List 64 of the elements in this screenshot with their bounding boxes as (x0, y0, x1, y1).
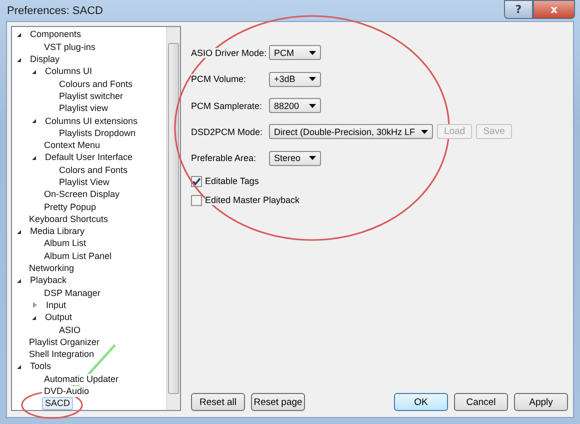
tree-item[interactable]: DVD-Audio (42, 386, 92, 398)
caret-icon (309, 156, 316, 160)
tree-item[interactable]: Playlist Organizer (27, 336, 102, 348)
tree-item[interactable]: Columns UI extensions (43, 116, 140, 127)
caret-icon (309, 50, 316, 55)
checkbox[interactable] (191, 194, 202, 206)
tree-item[interactable]: Output (43, 312, 74, 324)
tree-item[interactable]: Colours and Fonts (57, 78, 135, 90)
tree-item[interactable]: Automatic Updater (42, 374, 121, 385)
button[interactable]: Reset all (191, 393, 245, 411)
tree-item[interactable]: Playback (28, 275, 69, 286)
dropdown[interactable]: PCM (269, 45, 321, 60)
tree-item[interactable]: Shell Integration (27, 349, 96, 360)
tree-item[interactable]: DSP Manager (42, 288, 102, 299)
expanded-icon[interactable] (17, 32, 21, 37)
collapsed-icon[interactable] (33, 302, 37, 308)
dropdown[interactable]: +3dB (269, 72, 321, 87)
tree-item[interactable]: Colors and Fonts (57, 164, 130, 176)
checkbox[interactable] (191, 176, 202, 187)
button[interactable]: Cancel (454, 393, 508, 411)
button[interactable]: OK (394, 393, 448, 411)
tree-item[interactable]: Media Library (28, 226, 87, 238)
expanded-icon[interactable] (17, 278, 21, 283)
field-label: ASIO Driver Mode: (191, 48, 269, 58)
checkbox-label: Edited Master Playback (205, 195, 300, 206)
expanded-icon[interactable] (17, 230, 21, 234)
tree-item[interactable]: On-Screen Display (42, 189, 122, 200)
caret-icon (421, 130, 428, 134)
expanded-icon[interactable] (32, 316, 36, 320)
expanded-icon[interactable] (32, 119, 36, 124)
caret-icon (309, 104, 316, 108)
tree-item[interactable]: SACD (42, 397, 74, 410)
tree-item[interactable]: Album List (42, 238, 88, 250)
window-title: Preferences: SACD (7, 5, 104, 17)
tree-item[interactable]: Columns UI (43, 66, 94, 78)
scrollbar[interactable] (166, 26, 180, 410)
tree-item[interactable]: VST plug-ins (42, 42, 98, 53)
dropdown[interactable]: 88200 (269, 98, 321, 114)
tree-item[interactable]: Default User Interface (43, 152, 135, 164)
tree-item[interactable]: Context Menu (42, 140, 102, 152)
caret-icon (309, 77, 316, 82)
button[interactable]: Apply (514, 393, 568, 411)
tree-item[interactable]: Playlist view (57, 103, 110, 114)
dropdown[interactable]: Stereo (269, 150, 321, 166)
dropdown[interactable]: Direct (Double-Precision, 30kHz LF (269, 124, 434, 140)
tree-item[interactable]: Tools (28, 361, 54, 372)
tree-item[interactable]: Pretty Popup (42, 202, 98, 213)
expanded-icon[interactable] (17, 58, 21, 62)
tree-item[interactable]: Networking (27, 263, 76, 274)
checkbox-label: Editable Tags (205, 176, 259, 186)
tree-item[interactable]: Playlists Dropdown (57, 128, 138, 139)
tree-item[interactable]: Playlist View (57, 177, 112, 188)
tree-item[interactable]: Keyboard Shortcuts (27, 214, 110, 225)
expanded-icon[interactable] (32, 156, 36, 160)
expanded-icon[interactable] (32, 70, 36, 74)
expanded-icon[interactable] (17, 364, 21, 369)
help-button[interactable]: ? (504, 0, 533, 19)
tree-item[interactable]: Album List Panel (42, 250, 114, 262)
button[interactable]: Reset page (251, 393, 305, 411)
tree-item[interactable]: Input (44, 300, 68, 311)
tree-item[interactable]: Components (28, 29, 84, 40)
tree-item[interactable]: Playlist switcher (57, 90, 126, 102)
tree-item[interactable]: ASIO (57, 324, 83, 336)
tree-item[interactable]: Display (28, 54, 62, 66)
